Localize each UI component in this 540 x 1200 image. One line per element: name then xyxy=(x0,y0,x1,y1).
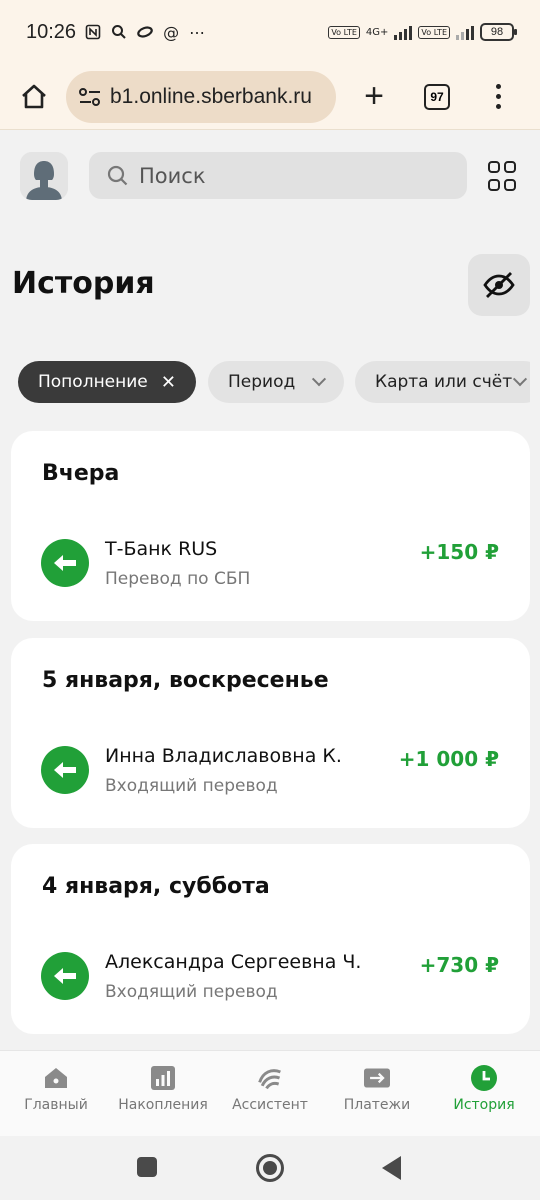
incoming-arrow-icon xyxy=(41,746,89,794)
filter-chip-card-label: Карта или счёт xyxy=(375,372,513,392)
more-notifications-icon: ⋯ xyxy=(189,22,206,42)
home-icon xyxy=(22,84,46,108)
transaction-name: Александра Сергеевна Ч. xyxy=(105,951,362,973)
apps-grid-button[interactable] xyxy=(488,161,520,193)
transaction-description: Входящий перевод xyxy=(105,776,278,796)
group-date: 4 января, суббота xyxy=(42,874,270,899)
home-icon xyxy=(43,1065,69,1091)
chevron-down-icon xyxy=(512,372,528,387)
browser-menu-button[interactable] xyxy=(494,84,502,109)
screen: 10:26 @ ⋯ Vo LTE 4G+ Vo LTE 98 b1.online… xyxy=(0,0,540,1200)
hide-balance-button[interactable] xyxy=(468,254,530,316)
eye-off-icon xyxy=(483,272,515,298)
transaction-name: Инна Владиславовна К. xyxy=(105,745,342,767)
address-bar[interactable]: b1.online.sberbank.ru xyxy=(66,70,336,123)
incoming-arrow-icon xyxy=(41,539,89,587)
status-right: Vo LTE 4G+ Vo LTE 98 xyxy=(328,23,517,41)
nav-item-history[interactable]: История xyxy=(430,1051,538,1137)
nav-label-assistant: Ассистент xyxy=(232,1097,308,1113)
history-icon xyxy=(471,1065,497,1091)
nav-label-history: История xyxy=(453,1097,515,1113)
volte-icon-2: Vo LTE xyxy=(418,25,450,39)
status-time: 10:26 xyxy=(26,20,77,43)
close-icon[interactable]: ✕ xyxy=(161,372,176,393)
recent-apps-button[interactable] xyxy=(137,1157,157,1177)
signal-icon xyxy=(394,24,413,40)
filter-chips: Пополнение ✕ Период Карта или счёт xyxy=(18,361,530,403)
incoming-arrow-icon xyxy=(41,952,89,1000)
notification-icons: @ ⋯ xyxy=(84,22,206,42)
avatar[interactable] xyxy=(20,152,68,200)
transaction-amount: +730 ₽ xyxy=(419,953,499,977)
filter-chip-card[interactable]: Карта или счёт xyxy=(355,361,530,403)
battery-level: 98 xyxy=(490,26,504,38)
nav-item-savings[interactable]: Накопления xyxy=(109,1051,217,1137)
nav-label-savings: Накопления xyxy=(118,1097,208,1113)
bottom-navigation: Главный Накопления Ассистент Платежи Ист… xyxy=(0,1050,540,1136)
page-title: История xyxy=(12,266,155,301)
chart-icon xyxy=(150,1065,176,1091)
history-group-card: 4 января, суббота Александра Сергеевна Ч… xyxy=(11,844,530,1034)
transaction-amount: +150 ₽ xyxy=(419,540,499,564)
search-icon xyxy=(107,165,128,185)
browser-toolbar: b1.online.sberbank.ru + 97 xyxy=(0,64,540,130)
search-input[interactable]: Поиск xyxy=(89,152,467,199)
signal-icon-2 xyxy=(456,24,474,40)
grid-icon xyxy=(488,161,500,173)
assistant-icon xyxy=(257,1065,283,1091)
user-avatar-icon xyxy=(20,152,68,200)
browser-home-button[interactable] xyxy=(16,79,52,115)
transaction-amount: +1 000 ₽ xyxy=(398,747,499,771)
site-settings-icon[interactable] xyxy=(78,86,102,108)
system-home-button[interactable] xyxy=(256,1154,284,1182)
nav-item-assistant[interactable]: Ассистент xyxy=(216,1051,324,1137)
group-date: Вчера xyxy=(42,461,120,486)
battery-icon: 98 xyxy=(480,23,517,41)
network-label: 4G+ xyxy=(365,26,389,38)
url-text: b1.online.sberbank.ru xyxy=(110,84,312,108)
transaction-description: Входящий перевод xyxy=(105,982,278,1002)
at-sign-icon: @ xyxy=(163,22,180,42)
filter-chip-topup-label: Пополнение xyxy=(38,372,148,392)
chevron-down-icon xyxy=(311,372,327,387)
transaction-name: Т-Банк RUS xyxy=(105,538,218,560)
search-notification-icon xyxy=(110,23,128,41)
payments-icon xyxy=(364,1065,390,1091)
nav-item-payments[interactable]: Платежи xyxy=(323,1051,431,1137)
nav-label-payments: Платежи xyxy=(343,1097,411,1113)
transaction-description: Перевод по СБП xyxy=(105,569,251,589)
filter-chip-period-label: Период xyxy=(228,372,296,392)
status-bar: 10:26 @ ⋯ Vo LTE 4G+ Vo LTE 98 xyxy=(0,0,540,64)
ring-icon xyxy=(136,23,154,41)
history-group-card: 5 января, воскресенье Инна Владиславовна… xyxy=(11,638,530,828)
back-button[interactable] xyxy=(382,1156,401,1180)
tab-switcher-button[interactable]: 97 xyxy=(424,83,450,110)
search-placeholder: Поиск xyxy=(139,163,206,188)
nav-label-main: Главный xyxy=(24,1097,88,1113)
filter-chip-period[interactable]: Период xyxy=(208,361,344,403)
new-tab-button[interactable]: + xyxy=(356,77,392,115)
nfc-icon xyxy=(84,23,102,41)
group-date: 5 января, воскресенье xyxy=(42,668,329,693)
volte-icon: Vo LTE xyxy=(328,25,360,39)
history-group-card: Вчера Т-Банк RUS Перевод по СБП +150 ₽ xyxy=(11,431,530,621)
filter-chip-topup[interactable]: Пополнение ✕ xyxy=(18,361,196,403)
nav-item-main[interactable]: Главный xyxy=(2,1051,110,1137)
